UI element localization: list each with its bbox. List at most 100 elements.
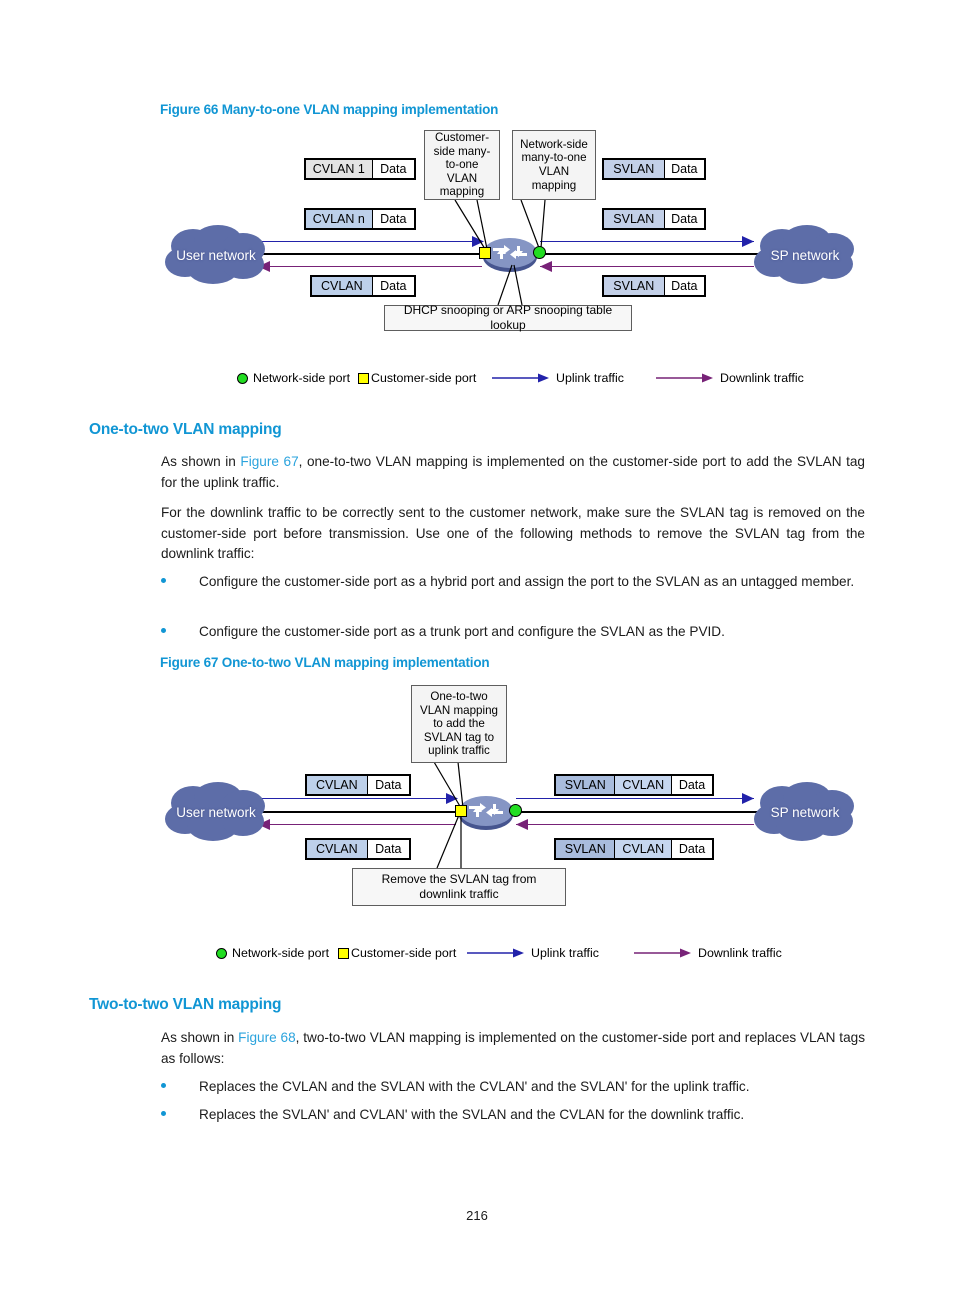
uplink-line-left: [258, 241, 482, 242]
downlink-line-right: [516, 824, 754, 825]
uplink-line-right: [540, 241, 754, 242]
cloud-sp-network: SP network: [752, 224, 858, 286]
packet-cell-inner-tag: CVLAN: [614, 840, 672, 858]
figure-66-caption: Figure 66 Many-to-one VLAN mapping imple…: [160, 102, 499, 117]
cloud-user-network-label: User network: [176, 804, 256, 820]
bullet-item-hybrid-port-text: Configure the customer-side port as a hy…: [199, 574, 855, 589]
packet-cell-tag: CVLAN: [307, 840, 367, 858]
page-number: 216: [466, 1208, 488, 1223]
downlink-line-right: [540, 266, 754, 267]
bullet-item-trunk-port-text: Configure the customer-side port as a tr…: [199, 624, 725, 639]
network-side-port-indicator: [533, 246, 546, 259]
customer-side-port-indicator: [479, 247, 491, 259]
cloud-user-network-label: User network: [176, 247, 256, 263]
callout-network-side-mapping: Network-side many-to-one VLAN mapping: [512, 130, 596, 200]
downlink-arrow-icon: [634, 948, 691, 958]
paragraph-downlink-removal: For the downlink traffic to be correctly…: [161, 505, 865, 561]
paragraph-text-before: As shown in: [161, 1030, 239, 1045]
legend-downlink-traffic-label: Downlink traffic: [698, 946, 782, 960]
xref-figure-67[interactable]: Figure 67: [240, 454, 298, 469]
cloud-sp-network: SP network: [752, 781, 858, 843]
paragraph-two-to-two-intro: As shown in Figure 68, two-to-two VLAN m…: [161, 1028, 865, 1069]
legend-downlink-traffic: Downlink traffic: [634, 946, 782, 960]
yellow-square-icon: [358, 372, 369, 384]
packet-cell-outer-tag: SVLAN: [556, 840, 615, 858]
cloud-sp-network-label: SP network: [770, 804, 840, 820]
cloud-sp-network-label: SP network: [770, 247, 840, 263]
network-side-port-indicator: [509, 804, 522, 817]
yellow-square-icon: [338, 947, 349, 959]
legend-customer-side-port: Customer-side port: [338, 946, 456, 960]
packet-cell-data: Data: [671, 776, 713, 794]
packet-cell-data: Data: [366, 776, 409, 794]
figure-67-legend: Network-side port Customer-side port Upl…: [0, 946, 954, 964]
green-circle-icon: [237, 372, 248, 384]
packet-svlan-mid: SVLAN Data: [602, 208, 706, 230]
uplink-arrow-icon: [467, 948, 524, 958]
packet-cell-tag: SVLAN: [604, 210, 664, 228]
packet-cell-data: Data: [671, 840, 713, 858]
link-line-right: [534, 253, 762, 255]
callout-customer-side-mapping: Customer-side many-to-one VLAN mapping: [424, 130, 500, 200]
packet-svlan-downlink: SVLAN Data: [602, 275, 706, 297]
legend-network-side-port-label: Network-side port: [232, 946, 330, 960]
packet-cell-tag: CVLAN: [312, 277, 372, 295]
downlink-line-left: [258, 824, 456, 825]
link-line-left: [258, 253, 486, 255]
bullet-item-hybrid-port: Configure the customer-side port as a hy…: [161, 572, 865, 593]
packet-cvlan-n: CVLAN n Data: [304, 208, 416, 230]
uplink-line-right: [516, 798, 754, 799]
legend-downlink-traffic: Downlink traffic: [656, 371, 804, 385]
legend-uplink-traffic: Uplink traffic: [467, 946, 599, 960]
bullet-dot-icon: [161, 578, 166, 583]
packet-cell-data: Data: [663, 277, 704, 295]
figure-66-diagram: User network SP network Customer-side ma…: [0, 125, 954, 395]
packet-cell-tag: CVLAN: [307, 776, 367, 794]
green-circle-icon: [216, 947, 227, 959]
downlink-line-left: [258, 266, 482, 267]
downlink-arrow-icon: [656, 373, 713, 383]
paragraph-text-before: As shown in: [161, 454, 241, 469]
bullet-dot-icon: [161, 1111, 166, 1116]
packet-cell-inner-tag: CVLAN: [614, 776, 672, 794]
xref-figure-68[interactable]: Figure 68: [238, 1030, 295, 1045]
heading-two-to-two-vlan-mapping: Two-to-two VLAN mapping: [89, 996, 282, 1013]
packet-cell-data: Data: [371, 277, 414, 295]
packet-svlan-cvlan-downlink: SVLAN CVLAN Data: [554, 838, 714, 860]
packet-cell-tag: CVLAN 1: [306, 160, 372, 178]
legend-customer-side-port: Customer-side port: [358, 371, 476, 385]
figure-67-caption: Figure 67 One-to-two VLAN mapping implem…: [160, 655, 490, 670]
bullet-item-replace-downlink-text: Replaces the SVLAN' and CVLAN' with the …: [199, 1107, 745, 1122]
link-line-left: [258, 811, 462, 813]
legend-network-side-port: Network-side port: [237, 371, 350, 385]
packet-cvlan-1: CVLAN 1 Data: [304, 158, 416, 180]
bullet-item-replace-uplink-text: Replaces the CVLAN and the SVLAN with th…: [199, 1079, 750, 1094]
packet-cell-tag: SVLAN: [604, 160, 664, 178]
heading-one-to-two-vlan-mapping: One-to-two VLAN mapping: [89, 421, 282, 438]
callout-snooping-lookup: DHCP snooping or ARP snooping table look…: [384, 303, 632, 332]
uplink-arrow-icon: [492, 373, 549, 383]
packet-svlan-top: SVLAN Data: [602, 158, 706, 180]
packet-cell-tag: CVLAN n: [306, 210, 372, 228]
callout-one-to-two-add-svlan: One-to-two VLAN mapping to add the SVLAN…: [411, 685, 507, 763]
paragraph-one-to-two-intro: As shown in Figure 67, one-to-two VLAN m…: [161, 452, 865, 493]
legend-customer-side-port-label: Customer-side port: [351, 946, 457, 960]
packet-cell-data: Data: [371, 210, 414, 228]
legend-network-side-port-label: Network-side port: [253, 371, 351, 385]
packet-cell-data: Data: [663, 160, 704, 178]
legend-uplink-traffic-label: Uplink traffic: [556, 371, 624, 385]
cloud-user-network: User network: [163, 781, 269, 843]
packet-cell-outer-tag: SVLAN: [556, 776, 615, 794]
packet-cell-data: Data: [371, 160, 414, 178]
figure-67-diagram: User network SP network One-to-two VLAN …: [0, 680, 954, 930]
bullet-dot-icon: [161, 1083, 166, 1088]
legend-customer-side-port-label: Customer-side port: [371, 371, 477, 385]
callout-remove-svlan-downlink: Remove the SVLAN tag from downlink traff…: [352, 868, 566, 906]
customer-side-port-indicator: [455, 805, 467, 817]
legend-network-side-port: Network-side port: [216, 946, 329, 960]
packet-cvlan-downlink: CVLAN Data: [305, 838, 411, 860]
packet-cell-tag: SVLAN: [604, 277, 664, 295]
legend-downlink-traffic-label: Downlink traffic: [720, 371, 804, 385]
packet-svlan-cvlan-uplink: SVLAN CVLAN Data: [554, 774, 714, 796]
bullet-item-replace-uplink: Replaces the CVLAN and the SVLAN with th…: [161, 1077, 865, 1098]
